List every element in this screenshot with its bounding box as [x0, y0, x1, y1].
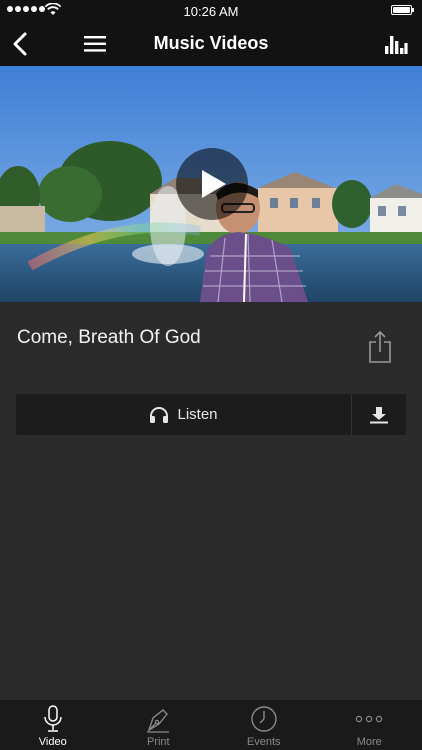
tab-bar: Video Print Events More: [0, 700, 422, 750]
share-icon[interactable]: [366, 330, 394, 364]
song-title: Come, Breath Of God: [17, 327, 201, 348]
play-button[interactable]: [176, 148, 248, 220]
headphones-icon: [150, 406, 169, 423]
listen-button[interactable]: Listen: [16, 394, 351, 435]
play-icon: [202, 170, 226, 198]
tab-label-print: Print: [146, 736, 170, 748]
more-dots-icon: [356, 715, 383, 723]
back-chevron-icon[interactable]: [8, 30, 36, 58]
status-time: 10:26 AM: [183, 4, 239, 19]
battery-icon: [391, 5, 414, 15]
tab-video[interactable]: Video: [0, 700, 106, 750]
tab-print[interactable]: Print: [106, 700, 212, 750]
listen-label: Listen: [177, 406, 218, 423]
tab-label-video: Video: [38, 736, 67, 748]
tab-events[interactable]: Events: [211, 700, 317, 750]
tab-label-events: Events: [246, 736, 281, 748]
listen-download-bar: Listen: [16, 394, 406, 435]
hamburger-menu-icon[interactable]: [82, 32, 110, 56]
status-bar: 10:26 AM: [0, 0, 422, 22]
download-button[interactable]: [352, 394, 406, 435]
clock-icon: [251, 706, 277, 732]
video-player[interactable]: [0, 66, 422, 302]
tab-more[interactable]: More: [317, 700, 422, 750]
page-title: Music Videos: [153, 33, 269, 53]
pen-nib-icon: [147, 709, 170, 733]
bar-chart-icon[interactable]: [384, 32, 408, 56]
download-icon: [370, 406, 388, 423]
tab-label-more: More: [356, 736, 382, 748]
navigation-bar: Music Videos: [0, 22, 422, 66]
microphone-icon: [44, 705, 62, 732]
